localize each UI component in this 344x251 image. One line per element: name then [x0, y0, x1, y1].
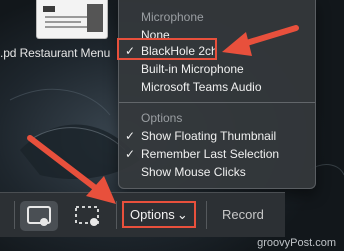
microphone-section-header: Microphone [141, 10, 204, 24]
highlight-box-options [122, 201, 196, 228]
capture-selection-glyph [75, 206, 99, 226]
menu-item-floating-thumbnail[interactable]: Show Floating Thumbnail [141, 129, 276, 143]
checkmark-icon: ✓ [125, 129, 136, 143]
options-menu: Microphone None ✓ BlackHole 2ch Built-in… [118, 0, 316, 189]
highlight-box-blackhole [117, 38, 217, 60]
toolbar-divider [116, 201, 117, 229]
options-section-header: Options [141, 111, 183, 125]
checkmark-icon: ✓ [125, 147, 136, 161]
capture-window-icon[interactable] [20, 201, 58, 231]
capture-window-glyph [27, 206, 51, 226]
menu-item-mic-builtin[interactable]: Built-in Microphone [141, 62, 244, 76]
menu-separator [119, 102, 315, 103]
menu-item-show-mouse-clicks[interactable]: Show Mouse Clicks [141, 165, 246, 179]
window-thumbnail [36, 0, 108, 39]
watermark: groovyPost.com [257, 237, 336, 249]
menu-item-remember-selection[interactable]: Remember Last Selection [141, 147, 279, 161]
file-label: .pd Restaurant Menu [0, 46, 111, 60]
toolbar-divider [206, 201, 207, 229]
capture-selection-icon[interactable] [68, 201, 106, 231]
toolbar-divider [14, 201, 15, 229]
record-button[interactable]: Record [222, 207, 264, 222]
menu-item-mic-teams[interactable]: Microsoft Teams Audio [141, 80, 262, 94]
